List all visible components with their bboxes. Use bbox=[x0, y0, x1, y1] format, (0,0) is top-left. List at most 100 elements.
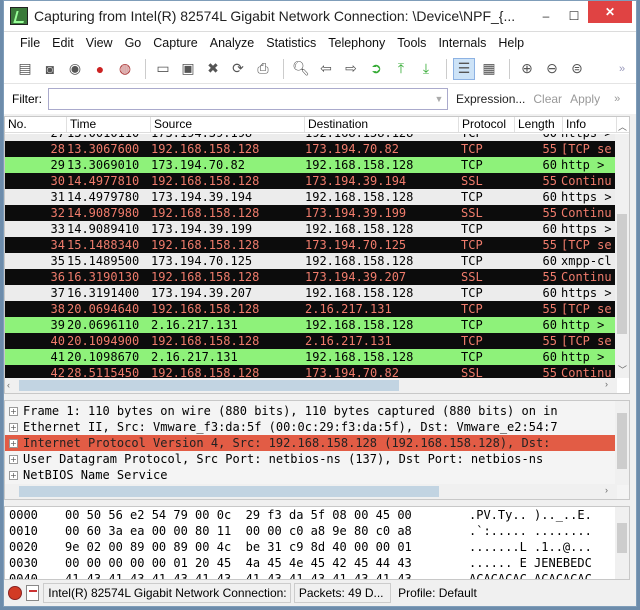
restart-capture-icon[interactable]: ◍ bbox=[114, 58, 136, 80]
hex-off: 0020 bbox=[9, 540, 38, 554]
go-back-icon[interactable]: ⇦ bbox=[315, 58, 337, 80]
packet-row[interactable]: 34 15.1488340 192.168.158.128 173.194.70.12… bbox=[5, 237, 617, 253]
detail-tree-item[interactable]: + NetBIOS Name Service bbox=[5, 467, 617, 483]
menu-internals[interactable]: Internals bbox=[432, 36, 492, 50]
scroll-right-icon[interactable]: › bbox=[605, 379, 608, 389]
menu-tools[interactable]: Tools bbox=[391, 36, 432, 50]
detail-tree-item[interactable]: + Frame 1: 110 bytes on wire (880 bits), … bbox=[5, 403, 617, 419]
packet-row[interactable]: 37 16.3191400 173.194.39.207 192.168.158.12… bbox=[5, 285, 617, 301]
bytes-vscrollbar[interactable] bbox=[615, 507, 629, 579]
go-to-packet-icon[interactable]: ➲ bbox=[365, 58, 387, 80]
expand-icon[interactable]: + bbox=[9, 406, 18, 416]
apply-button[interactable]: Apply bbox=[570, 92, 600, 106]
packet-row[interactable]: 39 20.0696110 2.16.217.131 192.168.158.128 T… bbox=[5, 317, 617, 333]
save-file-icon[interactable]: ▣ bbox=[177, 58, 199, 80]
zoom-in-icon[interactable]: ⊕ bbox=[516, 58, 538, 80]
packet-row[interactable]: 40 20.1094900 192.168.158.128 2.16.217.131 T… bbox=[5, 333, 617, 349]
scroll-up-icon[interactable]: ︿ bbox=[618, 120, 627, 133]
hex-line[interactable]: 0020 9e 02 00 89 00 89 00 4c be 31 c9 8d … bbox=[5, 539, 629, 555]
packet-row[interactable]: 35 15.1489500 173.194.70.125 192.168.158.12… bbox=[5, 253, 617, 269]
menu-statistics[interactable]: Statistics bbox=[260, 36, 322, 50]
normal-size-icon[interactable]: ⊜ bbox=[566, 58, 588, 80]
packet-row[interactable]: 31 14.4979780 173.194.39.194 192.168.158.12… bbox=[5, 189, 617, 205]
print-icon[interactable]: ⎙ bbox=[252, 58, 274, 80]
expand-icon[interactable]: + bbox=[9, 470, 18, 480]
packet-row[interactable]: 2713.0010110173.194.39.198192.168.158.12… bbox=[5, 134, 617, 141]
packet-row[interactable]: 41 20.1098670 2.16.217.131 192.168.158.128 T… bbox=[5, 349, 617, 365]
menu-file[interactable]: File bbox=[14, 36, 46, 50]
go-last-icon[interactable]: ⤓ bbox=[415, 58, 437, 80]
expert-info-icon[interactable] bbox=[8, 586, 22, 600]
column-protocol[interactable]: Protocol bbox=[459, 117, 515, 132]
scroll-thumb[interactable] bbox=[617, 214, 627, 334]
menu-telephony[interactable]: Telephony bbox=[322, 36, 391, 50]
packet-row[interactable]: 32 14.9087980 192.168.158.128 173.194.39.19… bbox=[5, 205, 617, 221]
menu-go[interactable]: Go bbox=[119, 36, 148, 50]
packet-row[interactable]: 28 13.3067600 192.168.158.128 173.194.70.82… bbox=[5, 141, 617, 157]
interfaces-icon[interactable]: ▤ bbox=[14, 58, 36, 80]
go-first-icon[interactable]: ⤒ bbox=[390, 58, 412, 80]
packet-row[interactable]: 33 14.9089410 173.194.39.199 192.168.158.12… bbox=[5, 221, 617, 237]
column-destination[interactable]: Destination bbox=[305, 117, 459, 132]
scroll-down-icon[interactable]: ﹀ bbox=[618, 363, 627, 376]
find-packet-icon[interactable]: 🔍︎ bbox=[290, 58, 312, 80]
column-length[interactable]: Length bbox=[515, 117, 563, 132]
capture-comment-icon[interactable] bbox=[25, 585, 40, 601]
filter-overflow[interactable]: » bbox=[614, 93, 620, 105]
column-source[interactable]: Source bbox=[151, 117, 305, 132]
auto-scroll-icon[interactable]: ▦ bbox=[478, 58, 500, 80]
menu-view[interactable]: View bbox=[80, 36, 119, 50]
column-time[interactable]: Time bbox=[67, 117, 151, 132]
scroll-left-icon[interactable]: ‹ bbox=[7, 380, 10, 390]
hex-line[interactable]: 0040 41 43 41 43 41 43 41 43 41 43 41 43 … bbox=[5, 571, 629, 579]
packet-row[interactable]: 38 20.0694640 192.168.158.128 2.16.217.131 T… bbox=[5, 301, 617, 317]
close-file-icon[interactable]: ✖ bbox=[202, 58, 224, 80]
colorize-icon[interactable]: ☰ bbox=[453, 57, 475, 80]
stop-capture-icon[interactable]: ● bbox=[89, 58, 111, 80]
column-no[interactable]: No. bbox=[5, 117, 67, 132]
expression-button[interactable]: Expression... bbox=[456, 92, 525, 106]
packet-list-vscrollbar[interactable]: ︿ ﹀ bbox=[615, 122, 629, 378]
toolbar-overflow[interactable]: » bbox=[611, 58, 633, 80]
hex-line[interactable]: 0030 00 00 00 00 00 01 20 45 4a 45 4e 45 … bbox=[5, 555, 629, 571]
packet-list-hscrollbar[interactable]: ‹ › bbox=[5, 378, 617, 393]
menu-analyze[interactable]: Analyze bbox=[204, 36, 260, 50]
scroll-thumb[interactable] bbox=[617, 523, 627, 553]
zoom-out-icon[interactable]: ⊖ bbox=[541, 58, 563, 80]
status-profile[interactable]: Profile: Default bbox=[394, 584, 627, 602]
detail-tree-item[interactable]: + Ethernet II, Src: Vmware_f3:da:5f (00:0… bbox=[5, 419, 617, 435]
column-info[interactable]: Info bbox=[563, 117, 617, 132]
close-button[interactable]: ✕ bbox=[588, 1, 632, 23]
chevron-down-icon[interactable]: ▼ bbox=[431, 89, 447, 109]
packet-row[interactable]: 42 28.5115450 192.168.158.128 173.194.70.82… bbox=[5, 365, 617, 378]
start-capture-icon[interactable]: ◉ bbox=[64, 58, 86, 80]
cell-proto: TCP bbox=[461, 158, 483, 172]
menu-capture[interactable]: Capture bbox=[147, 36, 203, 50]
reload-icon[interactable]: ⟳ bbox=[227, 58, 249, 80]
scroll-thumb[interactable] bbox=[19, 486, 439, 497]
scroll-thumb[interactable] bbox=[19, 380, 399, 391]
capture-options-icon[interactable]: ◙ bbox=[39, 58, 61, 80]
packet-row[interactable]: 29 13.3069010 173.194.70.82 192.168.158.128… bbox=[5, 157, 617, 173]
go-forward-icon[interactable]: ⇨ bbox=[340, 58, 362, 80]
filter-input[interactable]: ▼ bbox=[48, 88, 448, 110]
detail-tree-item[interactable]: + User Datagram Protocol, Src Port: netbi… bbox=[5, 451, 617, 467]
expand-icon[interactable]: + bbox=[9, 454, 18, 464]
minimize-button[interactable]: ‒ bbox=[532, 5, 560, 27]
detail-tree-item[interactable]: + Internet Protocol Version 4, Src: 192.1… bbox=[5, 435, 617, 451]
open-file-icon[interactable]: ▭ bbox=[152, 58, 174, 80]
menu-edit[interactable]: Edit bbox=[46, 36, 80, 50]
scroll-right-icon[interactable]: › bbox=[605, 485, 608, 495]
packet-row[interactable]: 30 14.4977810 192.168.158.128 173.194.39.19… bbox=[5, 173, 617, 189]
details-vscrollbar[interactable] bbox=[615, 401, 629, 485]
details-hscrollbar[interactable]: › bbox=[5, 484, 617, 499]
packet-row[interactable]: 36 16.3190130 192.168.158.128 173.194.39.20… bbox=[5, 269, 617, 285]
scroll-thumb[interactable] bbox=[617, 413, 627, 469]
expand-icon[interactable]: + bbox=[9, 438, 18, 448]
hex-line[interactable]: 0010 00 60 3a ea 00 00 80 11 00 00 c0 a8 … bbox=[5, 523, 629, 539]
clear-button[interactable]: Clear bbox=[533, 92, 562, 106]
hex-line[interactable]: 0000 00 50 56 e2 54 79 00 0c 29 f3 da 5f … bbox=[5, 507, 629, 523]
expand-icon[interactable]: + bbox=[9, 422, 18, 432]
maximize-button[interactable]: ☐ bbox=[560, 5, 588, 27]
menu-help[interactable]: Help bbox=[492, 36, 530, 50]
